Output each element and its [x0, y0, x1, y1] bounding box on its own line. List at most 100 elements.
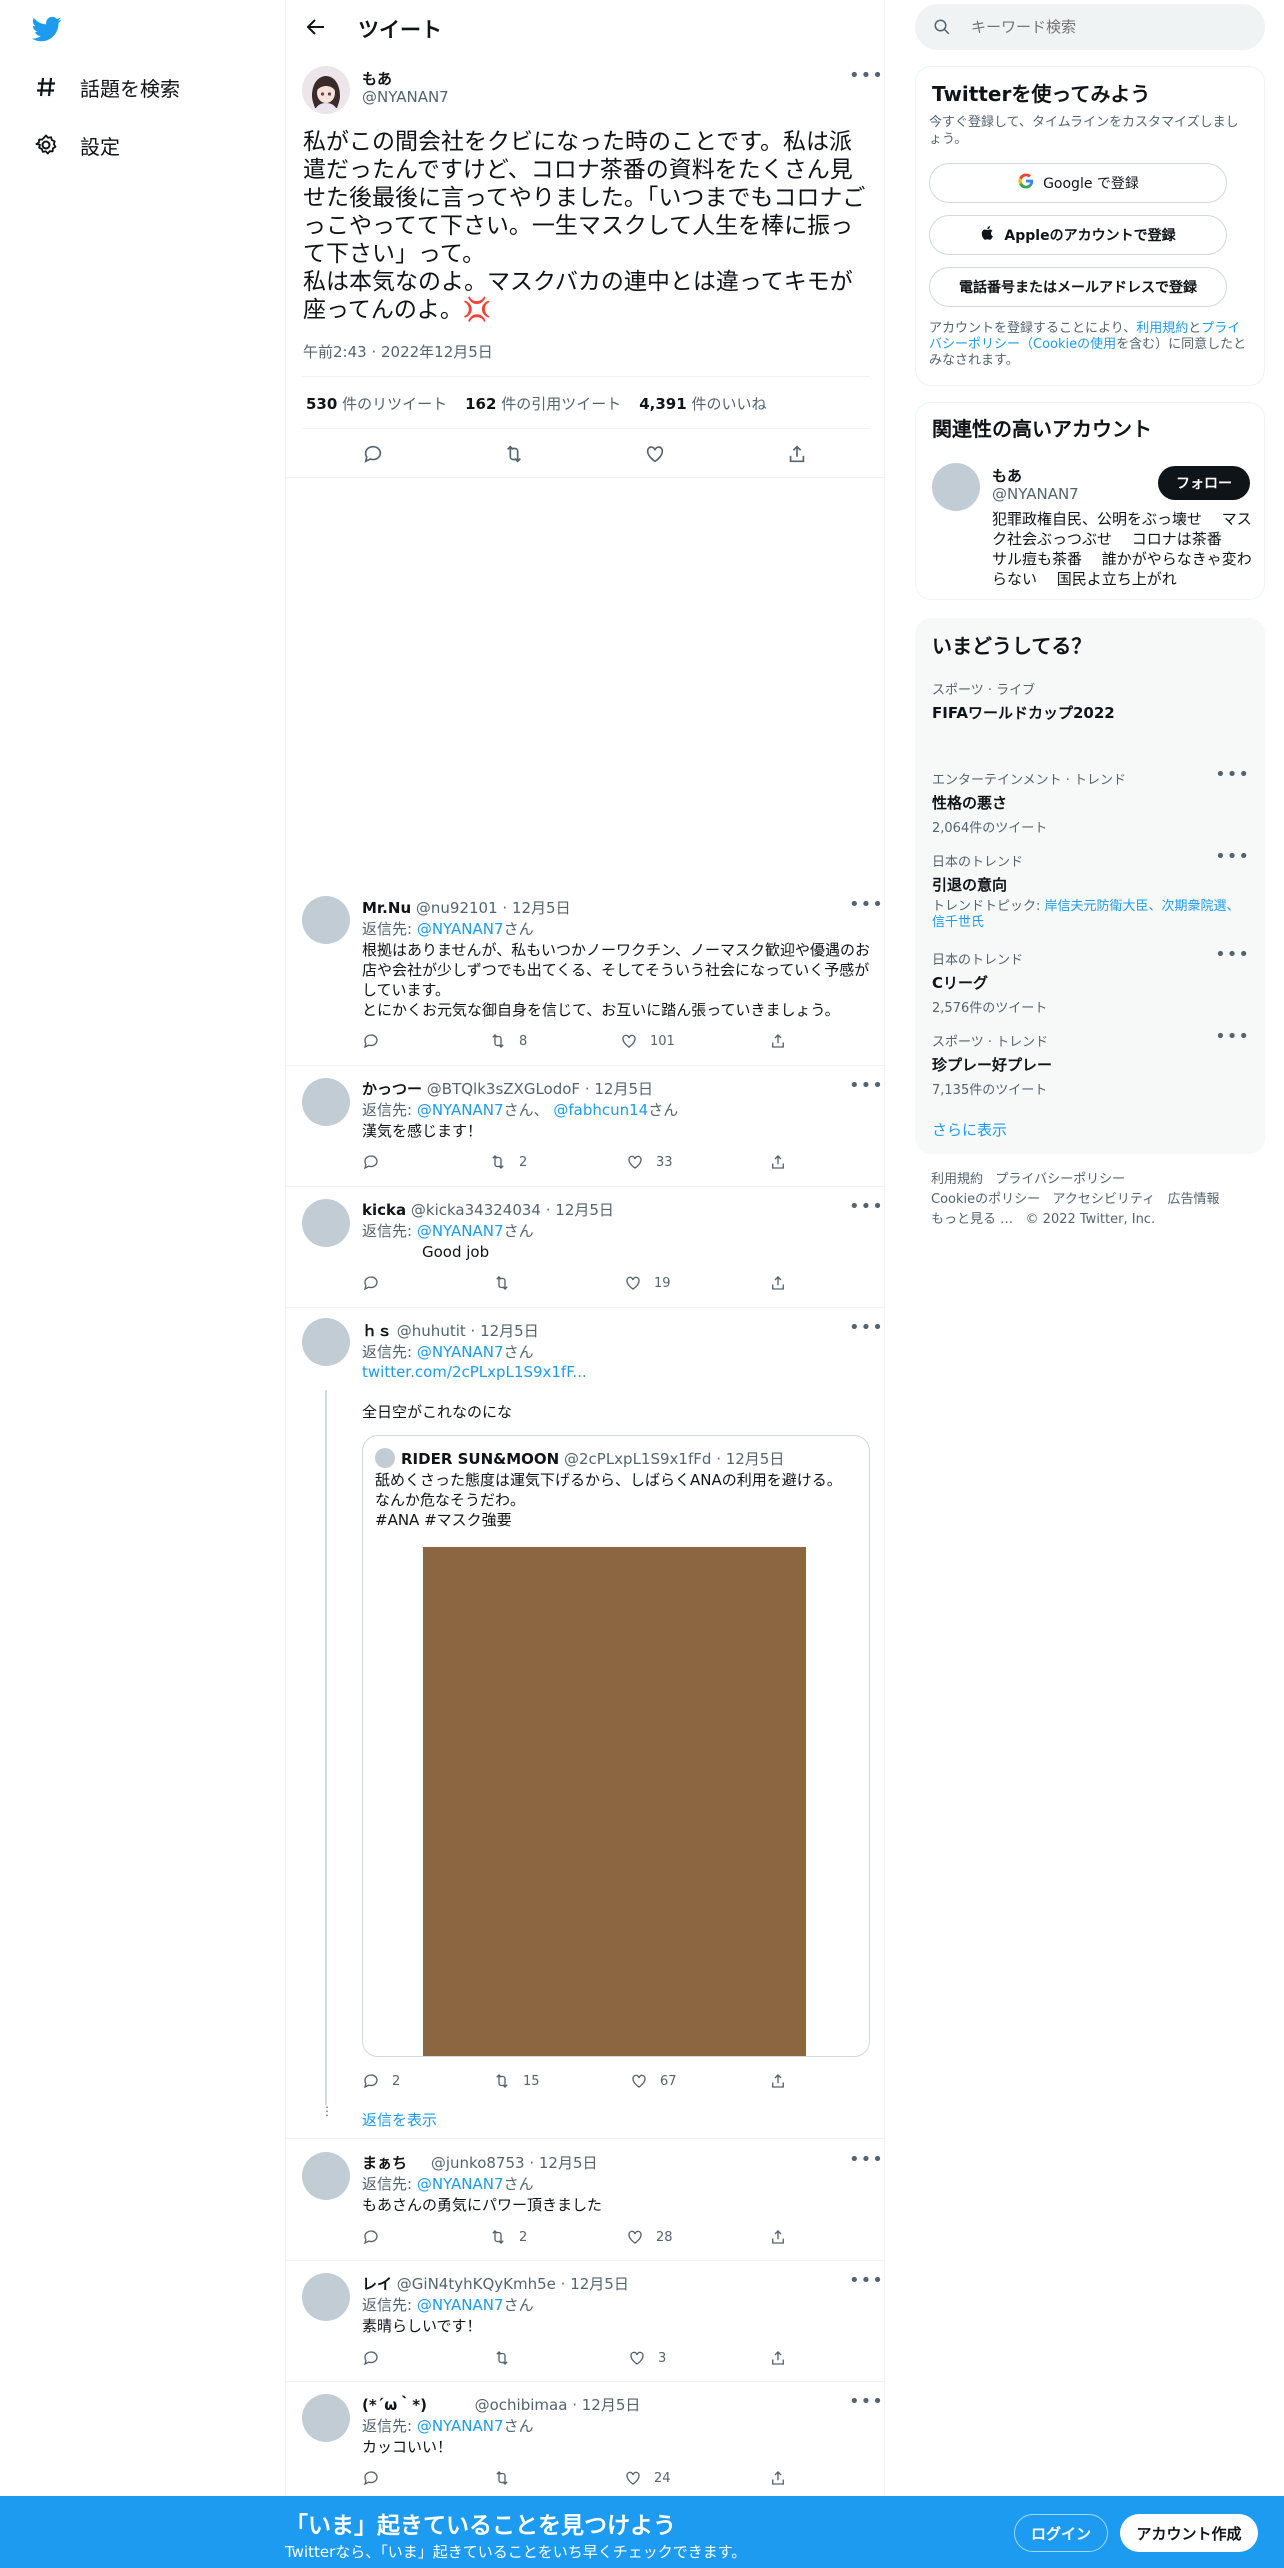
terms-link[interactable]: 利用規約 — [1136, 321, 1188, 336]
reply-date[interactable]: · 12月5日 — [502, 899, 570, 917]
likes-stat[interactable]: 4,391 件のいいね — [639, 393, 766, 414]
more-options-icon[interactable]: ••• — [849, 1077, 884, 1095]
retweet-icon[interactable] — [503, 443, 525, 465]
reply-author-handle[interactable]: @BTQlk3sZXGLodoF — [427, 1080, 580, 1098]
footer-more[interactable]: もっと見る … — [931, 1212, 1013, 1227]
mention-link[interactable]: @NYANAN7 — [417, 1101, 504, 1119]
mention-link[interactable]: @NYANAN7 — [417, 2175, 504, 2193]
reply-author-name[interactable]: Mr.Nu — [362, 899, 411, 917]
twitter-logo-icon[interactable] — [30, 14, 66, 44]
trend-item[interactable]: 日本のトレンド Cリーグ 2,576件のツイート ••• — [932, 946, 1250, 1017]
footer-ads[interactable]: 広告情報 — [1168, 1192, 1220, 1207]
avatar[interactable] — [302, 2152, 350, 2200]
follow-button[interactable]: フォロー — [1158, 466, 1250, 500]
search-input[interactable] — [971, 12, 1241, 42]
retweet-button[interactable] — [493, 1274, 511, 1292]
reply-icon[interactable] — [362, 1274, 380, 1292]
mention-link[interactable]: @NYANAN7 — [417, 920, 504, 938]
share-icon[interactable] — [769, 2469, 787, 2487]
more-options-icon[interactable]: ••• — [1215, 1028, 1250, 1046]
like-icon[interactable] — [644, 443, 666, 465]
reply-date[interactable]: · 12月5日 — [529, 2154, 597, 2172]
retweet-button[interactable] — [493, 2349, 511, 2367]
retweet-button[interactable]: 15 — [493, 2072, 540, 2090]
reply-author-name[interactable]: かっつー — [362, 1080, 422, 1098]
nav-settings[interactable]: 設定 — [32, 123, 120, 167]
like-button[interactable]: 33 — [626, 1153, 673, 1171]
relevant-name[interactable]: もあ — [992, 465, 1022, 486]
more-options-icon[interactable]: ••• — [1215, 766, 1250, 784]
tweet-link[interactable]: twitter.com/2cPLxpL1S9x1fF... — [362, 1363, 587, 1381]
reply-icon[interactable] — [362, 2228, 380, 2246]
reply-author-name[interactable]: まぁち — [362, 2154, 407, 2172]
avatar[interactable] — [302, 896, 350, 944]
more-options-icon[interactable]: ••• — [849, 1198, 884, 1216]
reply-date[interactable]: · 12月5日 — [471, 1322, 539, 1340]
google-signup-button[interactable]: Google で登録 — [929, 163, 1227, 203]
author-handle[interactable]: @NYANAN7 — [362, 88, 449, 106]
like-button[interactable]: 19 — [624, 1274, 671, 1292]
quoted-tweet[interactable]: RIDER SUN&MOON @2cPLxpL1S9x1fFd · 12月5日 … — [362, 1435, 870, 2057]
share-icon[interactable] — [769, 2228, 787, 2246]
phone-email-signup-button[interactable]: 電話番号またはメールアドレスで登録 — [929, 267, 1227, 307]
reply-icon[interactable] — [362, 1032, 380, 1050]
reply-author-name[interactable]: レイ — [362, 2275, 392, 2293]
like-button[interactable]: 101 — [620, 1032, 675, 1050]
avatar[interactable] — [302, 1078, 350, 1126]
share-icon[interactable] — [786, 443, 808, 465]
reply-author-name[interactable]: ｈｓ — [362, 1322, 392, 1340]
share-icon[interactable] — [769, 2072, 787, 2090]
avatar[interactable] — [302, 2394, 350, 2442]
show-more-trends[interactable]: さらに表示 — [932, 1119, 1007, 1140]
trend-item[interactable]: スポーツ · トレンド 珍プレー好プレー 7,135件のツイート ••• — [932, 1028, 1250, 1099]
more-options-icon[interactable]: ••• — [1215, 848, 1250, 866]
reply-icon[interactable] — [362, 2349, 380, 2367]
search-bar[interactable] — [915, 4, 1265, 50]
relevant-handle[interactable]: @NYANAN7 — [992, 485, 1079, 503]
trend-item[interactable]: 日本のトレンド 引退の意向 トレンドトピック: 岸信夫元防衛大臣、次期衆院選、信… — [932, 848, 1250, 931]
trend-item[interactable]: エンターテインメント · トレンド 性格の悪さ 2,064件のツイート ••• — [932, 766, 1250, 837]
avatar[interactable] — [302, 1199, 350, 1247]
reply-date[interactable]: · 12月5日 — [585, 1080, 653, 1098]
more-options-icon[interactable]: ••• — [849, 2151, 884, 2169]
reply-author-name[interactable]: (*´ω｀*) — [362, 2396, 427, 2414]
more-options-icon[interactable]: ••• — [849, 2272, 884, 2290]
mention-link[interactable]: @fabhcun14 — [553, 1101, 648, 1119]
login-button[interactable]: ログイン — [1014, 2514, 1108, 2552]
footer-cookie[interactable]: Cookieのポリシー — [931, 1192, 1040, 1207]
reply-date[interactable]: · 12月5日 — [561, 2275, 629, 2293]
reply-icon[interactable] — [362, 2469, 380, 2487]
apple-signup-button[interactable]: Appleのアカウントで登録 — [929, 215, 1227, 255]
trend-item[interactable]: スポーツ · ライブ FIFAワールドカップ2022 — [932, 679, 1250, 723]
reply-icon[interactable] — [362, 443, 384, 465]
mention-link[interactable]: @NYANAN7 — [417, 1222, 504, 1240]
share-icon[interactable] — [769, 1153, 787, 1171]
reply-author-handle[interactable]: @kicka34324034 — [411, 1201, 541, 1219]
like-button[interactable]: 24 — [624, 2469, 671, 2487]
reply-author-handle[interactable]: @junko8753 — [431, 2154, 525, 2172]
reply-button[interactable]: 2 — [362, 2072, 400, 2090]
author-avatar[interactable] — [302, 66, 350, 114]
retweet-button[interactable]: 2 — [489, 2228, 527, 2246]
more-options-icon[interactable]: ••• — [849, 1319, 884, 1337]
more-options-icon[interactable]: ••• — [849, 67, 884, 85]
retweets-stat[interactable]: 530 件のリツイート — [306, 393, 447, 414]
reply-author-handle[interactable]: @ochibimaa — [475, 2396, 568, 2414]
avatar[interactable] — [302, 2273, 350, 2321]
nav-explore[interactable]: 話題を検索 — [32, 65, 180, 109]
like-button[interactable]: 67 — [630, 2072, 677, 2090]
reply-author-handle[interactable]: @nu92101 — [416, 899, 498, 917]
reply-icon[interactable] — [362, 1153, 380, 1171]
reply-author-name[interactable]: kicka — [362, 1201, 406, 1219]
show-replies-link[interactable]: 返信を表示 — [362, 2109, 437, 2130]
author-name[interactable]: もあ — [362, 68, 392, 89]
more-options-icon[interactable]: ••• — [849, 2393, 884, 2411]
more-options-icon[interactable]: ••• — [1215, 946, 1250, 964]
reply-author-handle[interactable]: @GiN4tyhKQyKmh5e — [397, 2275, 556, 2293]
create-account-button[interactable]: アカウント作成 — [1120, 2514, 1258, 2552]
retweet-button[interactable]: 2 — [489, 1153, 527, 1171]
retweet-button[interactable]: 8 — [489, 1032, 527, 1050]
mention-link[interactable]: @NYANAN7 — [417, 1343, 504, 1361]
footer-privacy[interactable]: プライバシーポリシー — [995, 1172, 1125, 1187]
reply-author-handle[interactable]: @huhutit — [397, 1322, 466, 1340]
